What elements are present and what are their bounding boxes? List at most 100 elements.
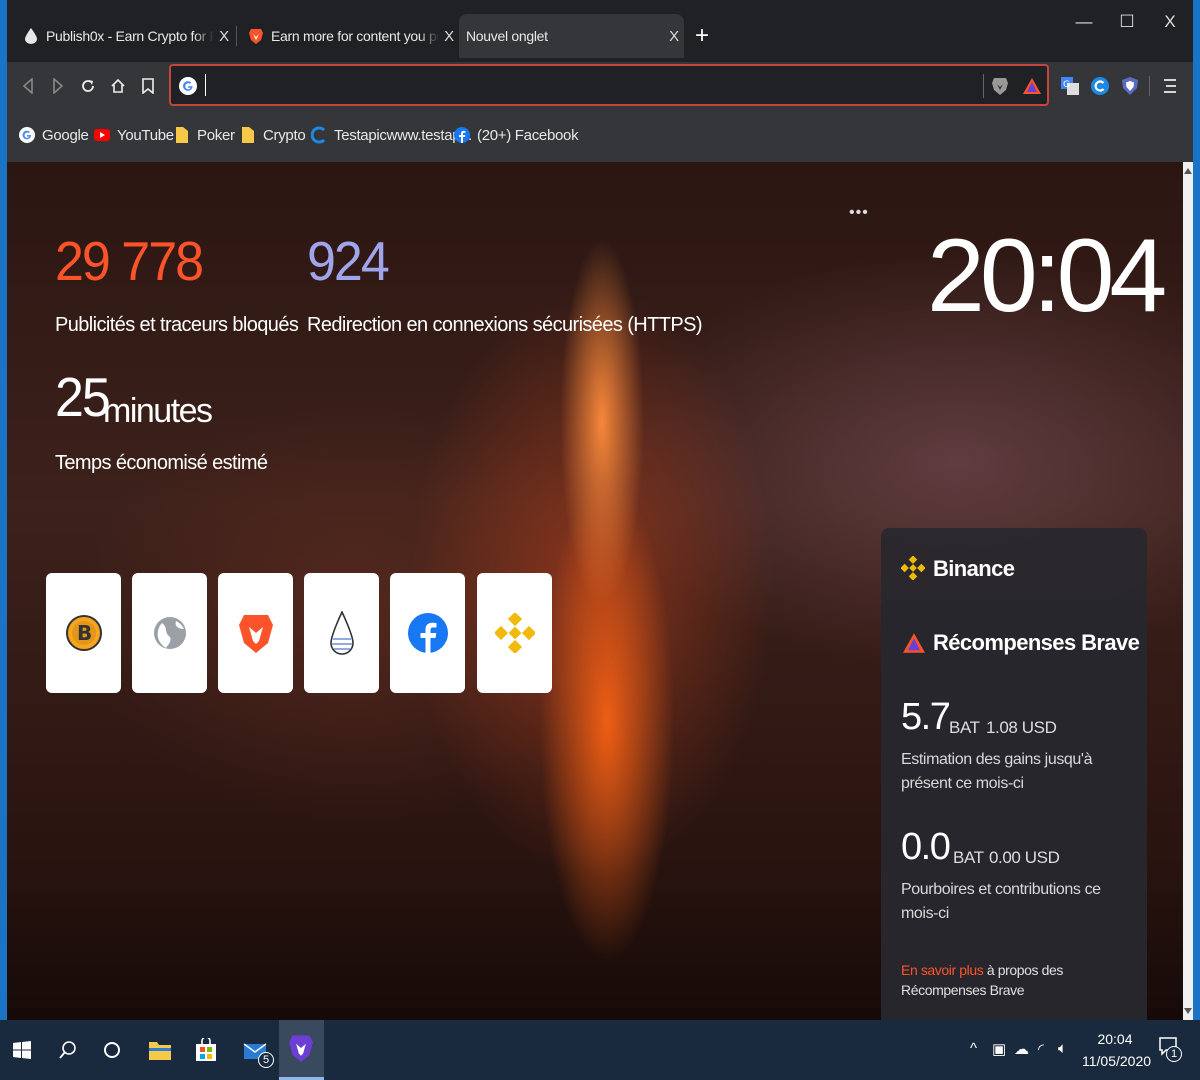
bookmark-google[interactable]: Google [18,124,89,146]
bookmark-icon [142,78,154,94]
time-saved-unit: minutes [103,392,213,430]
earnings-usd: 1.08 USD [986,718,1057,737]
tips-amount: 0.0 [901,826,951,868]
shield-extension-icon[interactable] [1119,75,1141,97]
tab-close-button[interactable]: X [664,28,684,45]
https-label: Redirection en connexions sécurisées (HT… [307,314,702,336]
earnings-description: Estimation des gains jusqu'à présent ce … [901,751,1093,792]
store-icon[interactable] [190,1034,222,1066]
binance-icon [494,613,535,653]
binance-icon [900,555,926,585]
mail-badge: 5 [258,1052,274,1068]
reload-icon [82,80,94,92]
clock: 20:04 [927,218,1167,334]
top-site-tile-drop[interactable] [304,573,379,693]
c-extension-icon[interactable] [1089,75,1111,97]
bookmark-button[interactable] [136,74,160,98]
https-count: 924 [307,231,390,293]
top-site-tile-globe[interactable] [132,573,207,693]
binance-widget[interactable]: Binance [881,528,1147,608]
tab-new-tab[interactable]: Nouvel onglet X [459,14,684,58]
notifications-icon[interactable]: 1 [1158,1036,1184,1064]
tab-title: Publish0x - Earn Crypto for Publishing [46,28,214,44]
arrow-left-icon [22,78,33,94]
top-site-tile-brave[interactable] [218,573,293,693]
brave-rewards-icon [903,632,925,659]
cortana-icon[interactable] [96,1034,128,1066]
browser-window: Publish0x - Earn Crypto for Publishing X… [7,0,1193,1020]
toolbar: G [7,62,1193,110]
scrollbar[interactable] [1183,162,1193,1020]
ads-blocked-count: 29 778 [55,231,204,293]
brave-lion-icon [247,27,265,45]
tab-brave-creators[interactable]: Earn more for content you publish X [237,14,459,58]
bookmark-folder-crypto[interactable]: Crypto [239,124,306,146]
folder-icon [239,126,257,144]
facebook-icon [453,126,471,144]
ntp-menu-dots[interactable]: ••• [849,204,869,222]
publish0x-drop-icon [22,27,40,45]
onedrive-cloud-icon[interactable]: ☁ [1014,1040,1029,1058]
brave-rewards-widget: Récompenses Brave 5.7 BAT 1.08 USD Estim… [881,600,1147,1020]
brave-shields-icon[interactable] [989,75,1011,97]
top-site-tile-facebook[interactable] [390,573,465,693]
windows-taskbar: 5 ^ ▣ ☁ ◜ 🔈︎ 20:04 11/05/2020 1 [0,1020,1200,1080]
bookmarks-bar: Google YouTube Poker Crypto Testapicwww.… [7,110,1193,162]
minimize-button[interactable]: — [1069,12,1099,32]
svg-text:B: B [77,621,92,645]
tips-usd: 0.00 USD [989,848,1060,867]
brave-lion-icon [289,1035,313,1062]
system-clock[interactable]: 20:04 11/05/2020 [1082,1028,1151,1072]
reload-button[interactable] [76,74,100,98]
earnings-unit: BAT [949,718,980,737]
raindrop-icon [329,611,354,655]
learn-more-link[interactable]: En savoir plus [901,962,984,978]
show-hidden-icons[interactable]: ^ [970,1040,977,1057]
tips-unit: BAT [953,848,984,867]
google-icon [177,75,199,97]
translate-extension-icon[interactable]: G [1059,75,1081,97]
back-button[interactable] [16,74,40,98]
rewards-title: Récompenses Brave [933,630,1140,655]
learn-more-text: En savoir plus à propos des Récompenses … [901,962,1063,998]
search-icon[interactable] [52,1034,84,1066]
tab-close-button[interactable]: X [439,28,459,45]
tab-strip: Publish0x - Earn Crypto for Publishing X… [7,0,1193,62]
notification-badge: 1 [1166,1046,1182,1062]
tab-close-button[interactable]: X [214,28,234,45]
brave-lion-icon [238,615,273,653]
bookmark-facebook[interactable]: (20+) Facebook [453,124,579,146]
google-icon [18,126,36,144]
file-explorer-icon[interactable] [144,1034,176,1066]
top-site-tile-binance[interactable] [477,573,552,693]
youtube-icon [93,126,111,144]
earnings-amount: 5.7 [901,696,951,738]
wifi-icon[interactable]: ◜ [1038,1040,1044,1058]
volume-icon[interactable]: 🔈︎ [1058,1040,1067,1057]
mail-icon[interactable]: 5 [240,1034,274,1068]
bookmark-testapic[interactable]: Testapicwww.testap... [310,124,472,146]
tab-title: Earn more for content you publish [271,28,439,44]
bitcoin-icon: B [65,615,102,651]
forward-button[interactable] [46,74,70,98]
ads-blocked-label: Publicités et traceurs bloqués [55,314,299,336]
new-tab-button[interactable]: + [690,22,714,50]
home-button[interactable] [106,74,130,98]
windows-start-icon[interactable] [6,1034,38,1066]
battery-icon[interactable]: ▣ [992,1040,1006,1058]
brave-taskbar-button[interactable] [279,1020,324,1080]
bookmark-folder-poker[interactable]: Poker [173,124,235,146]
maximize-button[interactable]: ☐ [1112,12,1142,32]
facebook-icon [407,613,448,653]
address-input[interactable] [207,72,977,98]
tab-publish0x[interactable]: Publish0x - Earn Crypto for Publishing X [12,14,234,58]
globe-icon [153,617,186,649]
brave-rewards-icon[interactable] [1021,75,1043,97]
address-bar[interactable] [169,64,1049,106]
binance-title: Binance [933,556,1015,581]
testapic-icon [310,126,328,144]
close-window-button[interactable]: X [1155,12,1185,32]
bookmark-youtube[interactable]: YouTube [93,124,174,146]
menu-icon[interactable] [1159,75,1181,97]
top-site-tile-bitcoin[interactable]: B [46,573,121,693]
